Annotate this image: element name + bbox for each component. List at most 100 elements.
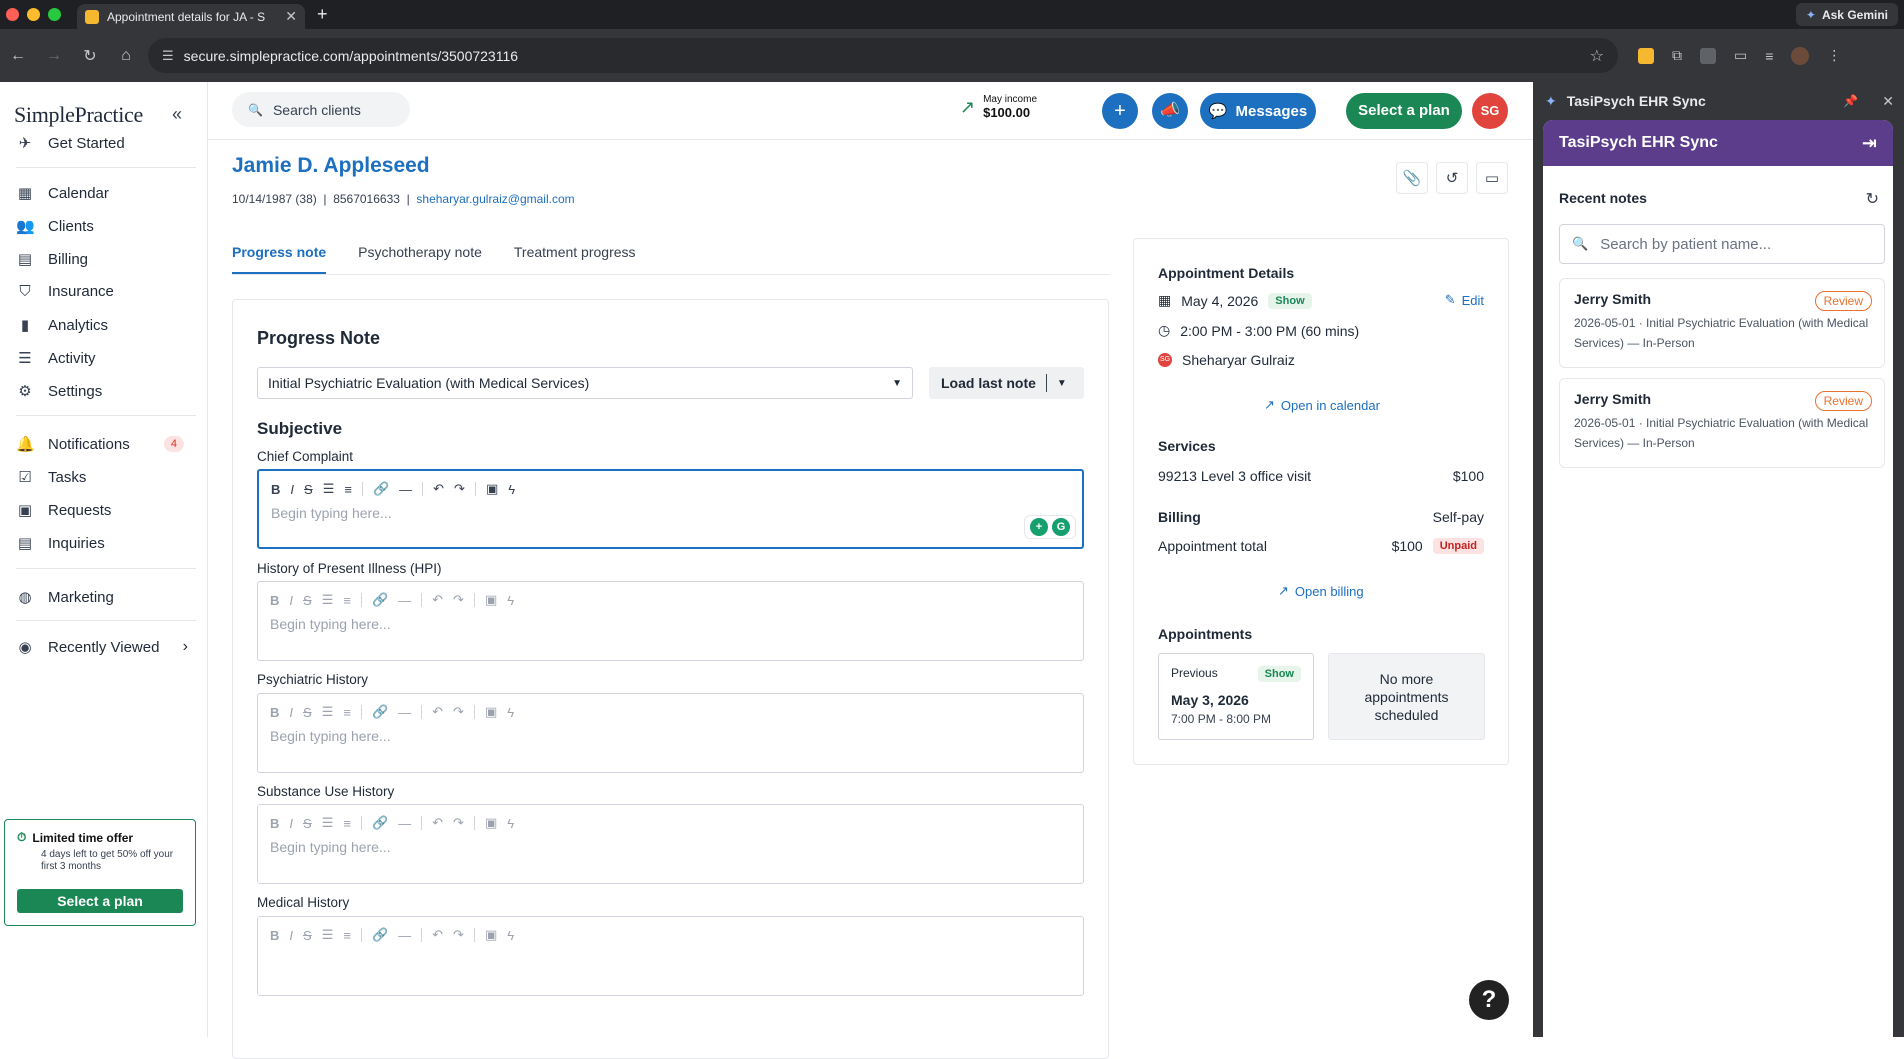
hpi-editor[interactable]: B I S ☰ ≡ 🔗 — ↶ ↷ ▣ ϟ Begin typing here... <box>257 581 1084 661</box>
back-icon[interactable]: ← <box>0 47 36 65</box>
bold-icon[interactable]: B <box>270 705 279 720</box>
bullet-list-icon[interactable]: ☰ <box>322 815 334 831</box>
close-tab-icon[interactable]: ✕ <box>285 8 297 25</box>
sidebar-item-requests[interactable]: ▣ Requests <box>16 501 192 520</box>
sidebar-item-marketing[interactable]: ◍ Marketing <box>16 588 192 607</box>
numbered-list-icon[interactable]: ≡ <box>344 482 352 497</box>
undo-icon[interactable]: ↶ <box>432 927 443 943</box>
cast-icon[interactable]: ▭ <box>1734 47 1747 64</box>
undo-icon[interactable]: ↶ <box>432 592 443 608</box>
comment-icon[interactable]: ▭ <box>1476 162 1508 194</box>
open-billing-link[interactable]: ↗ Open billing <box>1278 583 1364 599</box>
client-name[interactable]: Jamie D. Appleseed <box>232 154 430 178</box>
bold-icon[interactable]: B <box>270 593 279 608</box>
bold-icon[interactable]: B <box>270 816 279 831</box>
site-info-icon[interactable]: ☰ <box>162 48 174 64</box>
minimize-window-button[interactable] <box>27 8 40 21</box>
numbered-list-icon[interactable]: ≡ <box>343 816 351 831</box>
link-icon[interactable]: 🔗 <box>372 592 388 608</box>
link-icon[interactable]: 🔗 <box>372 704 388 720</box>
bold-icon[interactable]: B <box>271 482 280 497</box>
grammarly-assist-icon[interactable]: + <box>1030 518 1048 536</box>
bullet-list-icon[interactable]: ☰ <box>323 481 335 497</box>
forward-icon[interactable]: → <box>36 47 72 65</box>
chevron-down-icon[interactable]: ▼ <box>1057 378 1067 389</box>
image-icon[interactable]: ▣ <box>485 704 497 720</box>
select-plan-button[interactable]: Select a plan <box>1346 93 1462 129</box>
horizontal-rule-icon[interactable]: — <box>398 705 411 720</box>
redo-icon[interactable]: ↷ <box>453 927 464 943</box>
browser-tab[interactable]: Appointment details for JA - S ✕ <box>77 4 305 29</box>
close-window-button[interactable] <box>6 8 19 21</box>
undo-icon[interactable]: ↶ <box>433 481 444 497</box>
italic-icon[interactable]: I <box>289 593 293 608</box>
history-icon[interactable]: ↺ <box>1436 162 1468 194</box>
new-tab-icon[interactable]: + <box>317 4 328 25</box>
bold-icon[interactable]: B <box>270 928 279 943</box>
lightning-icon[interactable]: ϟ <box>508 482 515 497</box>
numbered-list-icon[interactable]: ≡ <box>343 928 351 943</box>
redo-icon[interactable]: ↷ <box>453 592 464 608</box>
sidebar-item-settings[interactable]: ⚙ Settings <box>16 382 192 401</box>
patient-search-input[interactable]: 🔍 Search by patient name... <box>1559 224 1885 264</box>
lightning-icon[interactable]: ϟ <box>507 593 514 608</box>
link-icon[interactable]: 🔗 <box>372 927 388 943</box>
sidebar-item-recently-viewed[interactable]: ◉ Recently Viewed › <box>16 638 192 656</box>
side-panel-icon[interactable] <box>1700 47 1716 64</box>
sidebar-item-notifications[interactable]: 🔔 Notifications 4 <box>16 435 192 453</box>
client-email-link[interactable]: sheharyar.gulraiz@gmail.com <box>416 192 574 206</box>
home-icon[interactable]: ⌂ <box>108 47 144 65</box>
undo-icon[interactable]: ↶ <box>432 815 443 831</box>
strikethrough-icon[interactable]: S <box>303 816 312 831</box>
strikethrough-icon[interactable]: S <box>303 593 312 608</box>
sidebar-item-get-started[interactable]: ✈ Get Started <box>16 134 192 153</box>
recent-note-item[interactable]: Jerry Smith Review 2026-05-01 · Initial … <box>1559 278 1885 368</box>
refresh-icon[interactable]: ↻ <box>1866 189 1879 209</box>
bullet-list-icon[interactable]: ☰ <box>322 927 334 943</box>
image-icon[interactable]: ▣ <box>485 815 497 831</box>
add-new-button[interactable]: + <box>1102 93 1138 129</box>
offer-select-plan-button[interactable]: Select a plan <box>17 889 183 913</box>
edit-appointment-link[interactable]: ✎ Edit <box>1445 292 1484 308</box>
horizontal-rule-icon[interactable]: — <box>398 816 411 831</box>
search-clients-input[interactable]: 🔍 Search clients <box>232 92 410 127</box>
address-bar[interactable]: ☰ secure.simplepractice.com/appointments… <box>148 38 1618 73</box>
psychiatric-history-editor[interactable]: B I S ☰ ≡ 🔗 — ↶ ↷ ▣ ϟ Begin typing here... <box>257 693 1084 773</box>
previous-appointment-card[interactable]: Previous Show May 3, 2026 7:00 PM - 8:00… <box>1158 653 1314 740</box>
help-button[interactable]: ? <box>1469 980 1509 1020</box>
user-avatar[interactable]: SG <box>1472 93 1508 129</box>
monthly-income[interactable]: ↗ May income $100.00 <box>960 94 1037 120</box>
sidebar-item-calendar[interactable]: ▦ Calendar <box>16 184 192 203</box>
link-icon[interactable]: 🔗 <box>373 481 389 497</box>
media-icon[interactable]: ≡ <box>1765 48 1773 64</box>
sidebar-item-inquiries[interactable]: ▤ Inquiries <box>16 534 192 553</box>
sidebar-item-clients[interactable]: 👥 Clients <box>16 217 192 236</box>
announcements-button[interactable]: 📣 <box>1152 93 1188 129</box>
image-icon[interactable]: ▣ <box>486 481 498 497</box>
image-icon[interactable]: ▣ <box>485 592 497 608</box>
pin-icon[interactable]: 📌 <box>1843 94 1858 108</box>
extension-icon[interactable] <box>1638 47 1654 64</box>
redo-icon[interactable]: ↷ <box>454 481 465 497</box>
sidebar-item-tasks[interactable]: ☑ Tasks <box>16 468 192 487</box>
bullet-list-icon[interactable]: ☰ <box>322 704 334 720</box>
italic-icon[interactable]: I <box>289 705 293 720</box>
sidebar-item-billing[interactable]: ▤ Billing <box>16 250 192 269</box>
strikethrough-icon[interactable]: S <box>303 928 312 943</box>
italic-icon[interactable]: I <box>289 816 293 831</box>
load-last-note-button[interactable]: Load last note ▼ <box>929 367 1084 399</box>
italic-icon[interactable]: I <box>290 482 294 497</box>
tab-psychotherapy-note[interactable]: Psychotherapy note <box>358 244 482 274</box>
horizontal-rule-icon[interactable]: — <box>399 482 412 497</box>
collapse-sidebar-icon[interactable]: « <box>172 104 182 125</box>
chief-complaint-editor[interactable]: B I S ☰ ≡ 🔗 — ↶ ↷ ▣ ϟ Begin typing here... + G <box>257 469 1084 549</box>
medical-history-editor[interactable]: B I S ☰ ≡ 🔗 — ↶ ↷ ▣ ϟ <box>257 916 1084 996</box>
numbered-list-icon[interactable]: ≡ <box>343 705 351 720</box>
menu-dots-icon[interactable]: ⋮ <box>1827 47 1841 64</box>
strikethrough-icon[interactable]: S <box>304 482 313 497</box>
redo-icon[interactable]: ↷ <box>453 815 464 831</box>
maximize-window-button[interactable] <box>48 8 61 21</box>
sidebar-item-activity[interactable]: ☰ Activity <box>16 349 192 368</box>
link-icon[interactable]: 🔗 <box>372 815 388 831</box>
lightning-icon[interactable]: ϟ <box>507 928 514 943</box>
